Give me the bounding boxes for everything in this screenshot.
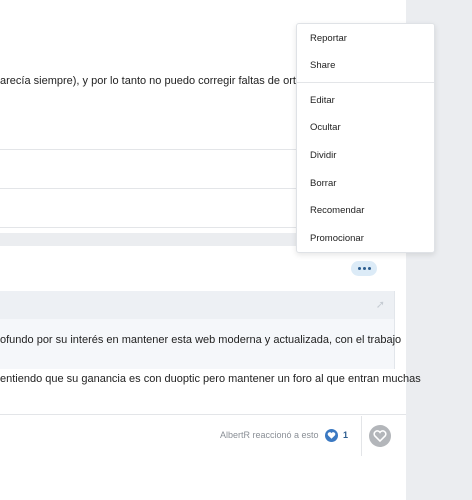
menu-separator	[297, 82, 434, 83]
menu-item-ocultar[interactable]: Ocultar	[310, 122, 341, 134]
post-text: arecía siempre), y por lo tanto no puedo…	[0, 75, 318, 87]
reaction-summary[interactable]: AlbertR reaccionó a esto	[220, 430, 319, 440]
quote-header: ➚	[0, 291, 395, 319]
like-button[interactable]	[369, 425, 391, 447]
heart-icon	[325, 429, 338, 442]
menu-item-share[interactable]: Share	[310, 60, 335, 72]
menu-item-editar[interactable]: Editar	[310, 95, 335, 107]
menu-item-borrar[interactable]: Borrar	[310, 178, 336, 190]
divider-vertical	[361, 416, 362, 456]
share-arrow-icon[interactable]: ➚	[376, 298, 385, 312]
menu-item-reportar[interactable]: Reportar	[310, 33, 347, 45]
menu-item-recomendar[interactable]: Recomendar	[310, 205, 364, 217]
menu-item-promocionar[interactable]: Promocionar	[310, 233, 364, 245]
reaction-count[interactable]: 1	[343, 430, 348, 440]
menu-item-dividir[interactable]: Dividir	[310, 150, 336, 162]
post-actions-menu: Reportar Share Editar Ocultar Dividir Bo…	[296, 23, 435, 253]
quote-text: ofundo por su interés en mantener esta w…	[0, 334, 402, 346]
divider	[0, 414, 406, 415]
more-options-button[interactable]	[351, 261, 377, 276]
post-body-text: entiendo que su ganancia es con duoptic …	[0, 373, 421, 385]
heart-outline-icon	[373, 430, 387, 443]
quote-block: ofundo por su interés en mantener esta w…	[0, 319, 401, 369]
more-dots-icon	[357, 267, 371, 270]
